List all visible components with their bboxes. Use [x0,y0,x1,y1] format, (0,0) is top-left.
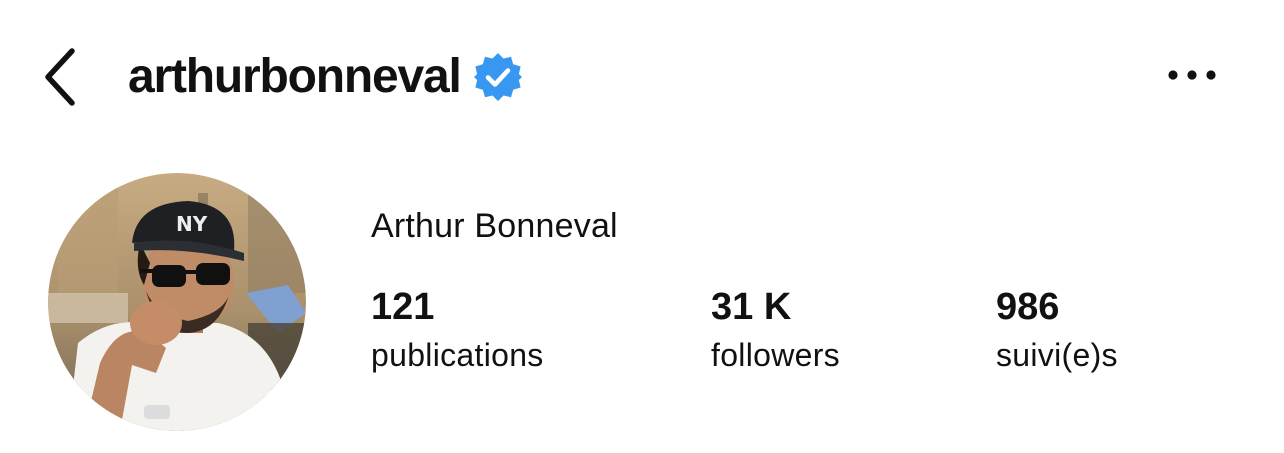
stat-publications[interactable]: 121 publications [371,285,544,377]
profile-photo: NY [48,173,306,431]
verified-badge-icon [473,53,522,101]
full-name: Arthur Bonneval [371,207,618,245]
more-options-button[interactable] [1162,55,1222,95]
username: arthurbonneval [128,50,462,103]
stat-followers[interactable]: 31 K followers [711,285,840,377]
followers-label: followers [711,337,840,373]
publications-label: publications [371,337,544,373]
followers-count: 31 K [711,286,792,328]
chevron-left-icon [45,48,75,106]
more-horizontal-icon [1168,70,1216,80]
following-label: suivi(e)s [996,337,1118,373]
back-button[interactable] [30,42,90,112]
header-title: arthurbonneval [128,40,523,114]
svg-text:NY: NY [176,212,208,236]
following-count: 986 [996,286,1060,328]
profile-header: arthurbonneval [0,0,1284,150]
avatar[interactable]: NY [48,173,306,431]
publications-count: 121 [371,286,435,328]
stat-following[interactable]: 986 suivi(e)s [996,285,1118,377]
